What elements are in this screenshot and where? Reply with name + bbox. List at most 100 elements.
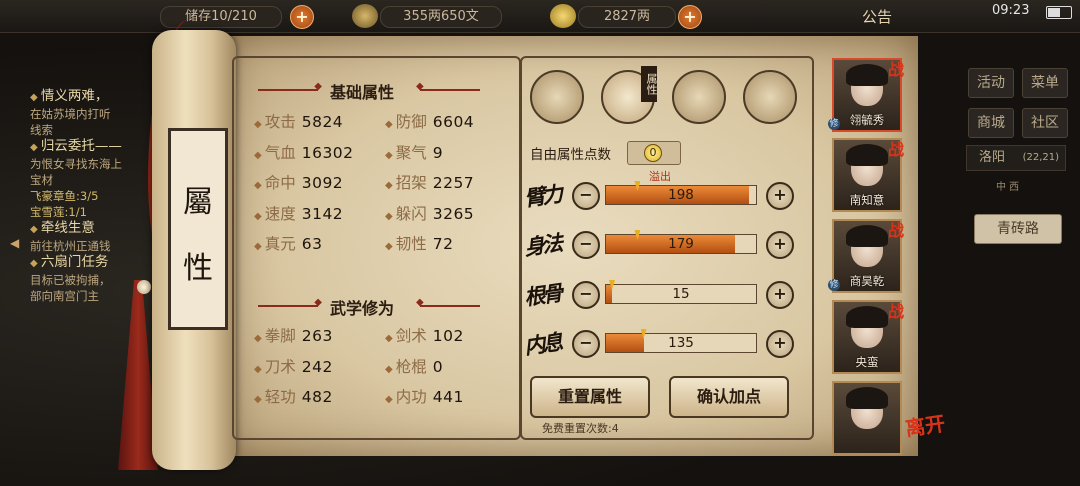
stat-martial-2: ◆ 刀术 242 bbox=[254, 355, 333, 377]
collapse-arrow-icon[interactable]: ◀ bbox=[10, 236, 19, 250]
bag-plus-button[interactable]: + bbox=[290, 5, 314, 29]
quest-detail: 线索 bbox=[30, 123, 53, 137]
attribute-bar: 198 bbox=[605, 181, 757, 205]
diamond-icon: ◆ bbox=[254, 394, 262, 405]
stat-basic-8: ◆ 真元 63 bbox=[254, 232, 322, 254]
battery-icon bbox=[1046, 6, 1072, 19]
increase-button[interactable]: + bbox=[766, 281, 794, 309]
attribute-value: 179 bbox=[668, 236, 694, 252]
coin-icon bbox=[352, 4, 378, 28]
martial-stats-title: 武学修为 bbox=[330, 299, 395, 318]
diamond-icon: ◆ bbox=[254, 241, 262, 252]
location-coords: (22,21) bbox=[1022, 152, 1059, 163]
stat-basic-4: ◆ 命中 3092 bbox=[254, 171, 343, 193]
menu-activity-button[interactable]: 活动 bbox=[968, 68, 1014, 98]
top-resource-bar: 储存10/210 + 355两650文 2827两 + 公告 09:23 bbox=[0, 0, 1080, 33]
quest-title[interactable]: 归云委托—— bbox=[30, 138, 160, 156]
free-reset-count: 免费重置次数:4 bbox=[542, 422, 619, 435]
stat-value: 72 bbox=[432, 235, 454, 253]
diamond-icon: ◆ bbox=[385, 119, 393, 130]
party-member-portrait[interactable]: 南知意 战 bbox=[832, 138, 904, 212]
menu-shop-button[interactable]: 商城 bbox=[968, 108, 1014, 138]
stat-martial-3: ◆ 枪棍 0 bbox=[385, 355, 443, 377]
stat-value: 3265 bbox=[432, 204, 475, 223]
stat-value: 2257 bbox=[432, 174, 475, 192]
stat-value: 3142 bbox=[301, 204, 344, 223]
free-points-label: 自由属性点数 bbox=[530, 147, 611, 163]
decrease-button[interactable]: − bbox=[572, 330, 600, 358]
hat-icon[interactable] bbox=[530, 70, 584, 124]
attribute-name: 内息 bbox=[522, 329, 562, 359]
attribute-name: 身法 bbox=[522, 230, 562, 260]
stat-value: 9 bbox=[432, 143, 444, 162]
ornament-left bbox=[258, 297, 322, 308]
stat-martial-1: ◆ 剑术 102 bbox=[385, 324, 464, 346]
decrease-button[interactable]: − bbox=[572, 231, 600, 259]
member-name: 南知意 bbox=[849, 193, 885, 207]
stat-label: 轻功 bbox=[264, 388, 296, 406]
stat-martial-5: ◆ 内功 441 bbox=[385, 385, 464, 407]
stat-value: 441 bbox=[432, 388, 464, 406]
basic-stats-title: 基础属性 bbox=[330, 83, 395, 102]
body-icon[interactable] bbox=[743, 70, 797, 124]
quest-detail: 宝材 bbox=[30, 173, 53, 187]
increase-button[interactable]: + bbox=[766, 330, 794, 358]
reset-attributes-button[interactable]: 重置属性 bbox=[530, 376, 650, 418]
minimap-directions: 中 西 bbox=[996, 182, 1020, 193]
stat-basic-6: ◆ 速度 3142 bbox=[254, 202, 343, 224]
stat-label: 聚气 bbox=[395, 143, 427, 162]
party-member-portrait[interactable]: 翎毓秀 战修 bbox=[828, 58, 904, 132]
stat-label: 内功 bbox=[395, 388, 427, 406]
attribute-name: 根骨 bbox=[522, 280, 562, 310]
increase-button[interactable]: + bbox=[766, 182, 794, 210]
attribute-bar: 135 bbox=[605, 329, 757, 353]
stat-basic-9: ◆ 韧性 72 bbox=[385, 232, 453, 254]
stat-value: 242 bbox=[301, 357, 333, 376]
stat-martial-4: ◆ 轻功 482 bbox=[254, 385, 333, 407]
stat-label: 攻击 bbox=[264, 113, 296, 131]
quest-title[interactable]: 情义两难， bbox=[30, 88, 160, 106]
party-member-portrait[interactable] bbox=[832, 381, 902, 455]
stat-value: 482 bbox=[301, 388, 333, 406]
decrease-button[interactable]: − bbox=[572, 281, 600, 309]
road-name-tag[interactable]: 青砖路 bbox=[974, 214, 1062, 244]
menu-main-button[interactable]: 菜单 bbox=[1022, 68, 1068, 98]
party-member-portrait[interactable]: 央蛮 战 bbox=[832, 300, 904, 374]
stat-value: 102 bbox=[432, 327, 464, 345]
free-points-value: 0 bbox=[644, 144, 662, 162]
battle-badge: 战 bbox=[887, 60, 904, 79]
diamond-icon: ◆ bbox=[254, 210, 262, 222]
stat-label: 拳脚 bbox=[264, 327, 296, 345]
diamond-icon: ◆ bbox=[254, 363, 262, 375]
stat-value: 263 bbox=[301, 327, 333, 345]
decrease-button[interactable]: − bbox=[572, 182, 600, 210]
ornament-right bbox=[416, 297, 480, 308]
stat-label: 刀术 bbox=[264, 357, 296, 376]
ornament-left bbox=[258, 81, 322, 92]
member-name: 翎毓秀 bbox=[849, 113, 885, 127]
menu-community-button[interactable]: 社区 bbox=[1022, 108, 1068, 138]
gold-counter: 2827两 bbox=[578, 6, 676, 28]
battle-badge: 战 bbox=[887, 302, 904, 321]
bagua-icon[interactable] bbox=[672, 70, 726, 124]
quest-title[interactable]: 牵线生意 bbox=[30, 220, 160, 238]
increase-button[interactable]: + bbox=[766, 231, 794, 259]
diamond-icon: ◆ bbox=[385, 333, 393, 344]
diamond-icon: ◆ bbox=[254, 333, 262, 344]
confirm-points-button[interactable]: 确认加点 bbox=[669, 376, 789, 418]
overflow-label: 溢出 bbox=[649, 170, 671, 183]
party-member-portrait[interactable]: 商昊乾 战修 bbox=[828, 219, 904, 293]
quest-detail: 前往杭州正通钱 bbox=[30, 239, 111, 253]
quest-progress: 宝雪莲:1/1 bbox=[30, 205, 87, 219]
leave-button[interactable]: 离开 bbox=[903, 407, 947, 441]
location-name: 洛阳 bbox=[979, 150, 1006, 165]
quest-title[interactable]: 六扇门任务 bbox=[30, 254, 160, 272]
stat-martial-0: ◆ 拳脚 263 bbox=[254, 324, 333, 346]
notice-button[interactable]: 公告 bbox=[862, 6, 892, 27]
stat-label: 防御 bbox=[395, 113, 427, 131]
attribute-value: 135 bbox=[668, 335, 694, 351]
attribute-tab-tag: 属性 bbox=[641, 66, 658, 102]
clock: 09:23 bbox=[992, 3, 1030, 18]
quest-detail: 在姑苏境内打听 bbox=[30, 107, 111, 121]
gold-plus-button[interactable]: + bbox=[678, 5, 702, 29]
